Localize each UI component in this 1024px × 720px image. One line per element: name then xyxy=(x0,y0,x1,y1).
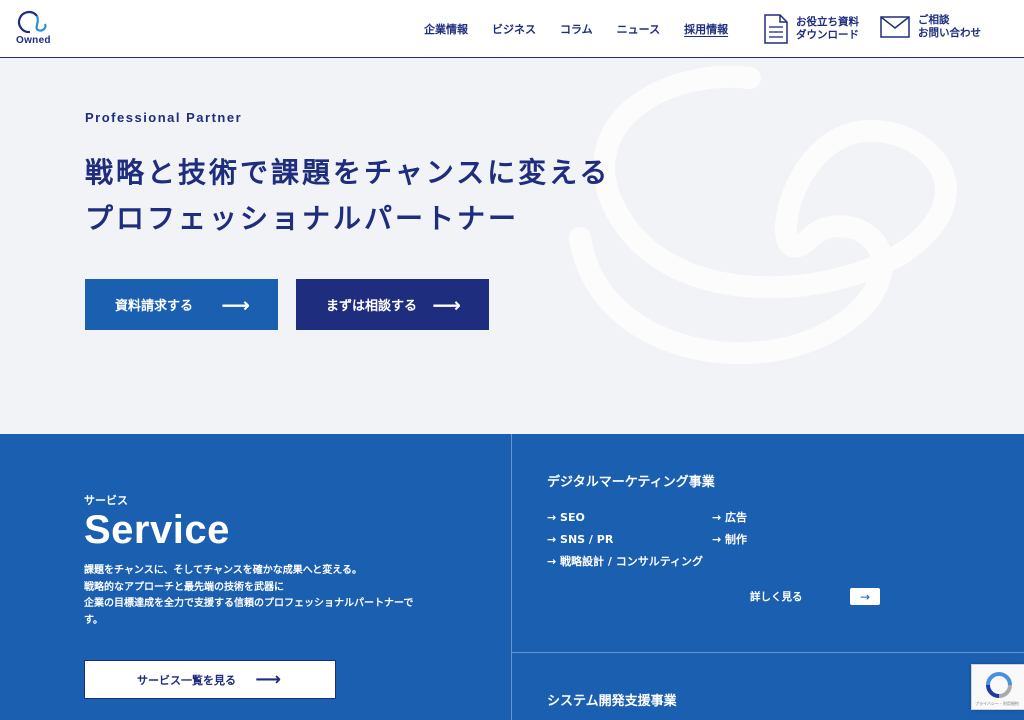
request-docs-label: 資料請求する xyxy=(115,299,194,314)
hero-headline-line1: 戦略と技術で課題をチャンスに変える xyxy=(85,156,611,189)
nav-item-column[interactable]: コラム xyxy=(560,21,593,37)
more-arrow-button[interactable]: → xyxy=(850,588,880,605)
digital-marketing-title: デジタルマーケティング事業 xyxy=(547,475,715,490)
contact-button[interactable]: ご相談 お問い合わせ xyxy=(880,14,981,40)
hero-headline-line2: プロフェッショナルパートナー xyxy=(85,202,520,235)
link-production[interactable]: → 制作 xyxy=(712,529,747,551)
site-header: Owned 企業情報 ビジネス コラム ニュース 採用情報 お役立ち資料 ダウン… xyxy=(0,0,1024,58)
services-section: サービス Service 課題をチャンスに、そしてチャンスを確かな成果へと変える… xyxy=(0,434,1024,720)
digital-marketing-links-left: → SEO → SNS / PR → 戦略設計 / コンサルティング xyxy=(547,507,703,573)
link-sns-pr[interactable]: → SNS / PR xyxy=(547,529,703,551)
decorative-logo-shape xyxy=(569,65,957,365)
main-nav: 企業情報 ビジネス コラム ニュース 採用情報 xyxy=(424,21,728,37)
link-seo[interactable]: → SEO xyxy=(547,507,703,529)
document-icon xyxy=(764,14,788,44)
recaptcha-terms: プライバシー - 利用規約 xyxy=(975,701,1019,706)
logo[interactable]: Owned xyxy=(14,8,54,48)
download-docs-label: お役立ち資料 ダウンロード xyxy=(796,16,859,41)
link-strategy-consulting[interactable]: → 戦略設計 / コンサルティング xyxy=(547,551,703,573)
consult-label: まずは相談する xyxy=(326,299,418,314)
divider xyxy=(511,434,512,720)
consult-button[interactable]: まずは相談する ⟶ xyxy=(296,279,489,330)
request-docs-button[interactable]: 資料請求する ⟶ xyxy=(85,279,278,330)
recaptcha-badge[interactable]: プライバシー - 利用規約 xyxy=(971,664,1024,710)
service-list-button[interactable]: サービス一覧を見る ⟶ xyxy=(84,660,336,699)
arrow-right-icon: ⟶ xyxy=(255,669,281,690)
recaptcha-icon xyxy=(986,672,1012,698)
services-kana: サービス xyxy=(84,494,128,507)
link-ads[interactable]: → 広告 xyxy=(712,507,747,529)
nav-item-news[interactable]: ニュース xyxy=(617,21,660,37)
arrow-right-icon: ⟶ xyxy=(221,292,250,317)
arrow-right-icon: ⟶ xyxy=(432,292,461,317)
hero-tagline: Professional Partner xyxy=(85,110,243,125)
hero-headline: 戦略と技術で課題をチャンスに変える プロフェッショナルパートナー xyxy=(85,150,610,242)
logo-mark-icon xyxy=(17,11,47,34)
hero-section: Professional Partner 戦略と技術で課題をチャンスに変える プ… xyxy=(0,58,1024,434)
services-description: 課題をチャンスに、そしてチャンスを確かな成果へと変える。 戦略的なアプローチと最… xyxy=(84,565,414,626)
system-dev-title: システム開発支援事業 xyxy=(547,694,677,709)
logo-text: Owned xyxy=(16,35,51,46)
download-docs-button[interactable]: お役立ち資料 ダウンロード xyxy=(764,14,859,44)
service-list-label: サービス一覧を見る xyxy=(137,673,236,687)
contact-label: ご相談 お問い合わせ xyxy=(918,14,981,39)
nav-item-business[interactable]: ビジネス xyxy=(492,21,536,37)
more-label[interactable]: 詳しく見る xyxy=(750,589,803,604)
nav-item-company[interactable]: 企業情報 xyxy=(424,21,468,37)
mail-icon xyxy=(880,16,910,38)
divider xyxy=(512,652,1024,653)
digital-marketing-links-right: → 広告 → 制作 xyxy=(712,507,747,551)
nav-item-recruit[interactable]: 採用情報 xyxy=(684,21,728,37)
services-title: Service xyxy=(84,508,230,552)
